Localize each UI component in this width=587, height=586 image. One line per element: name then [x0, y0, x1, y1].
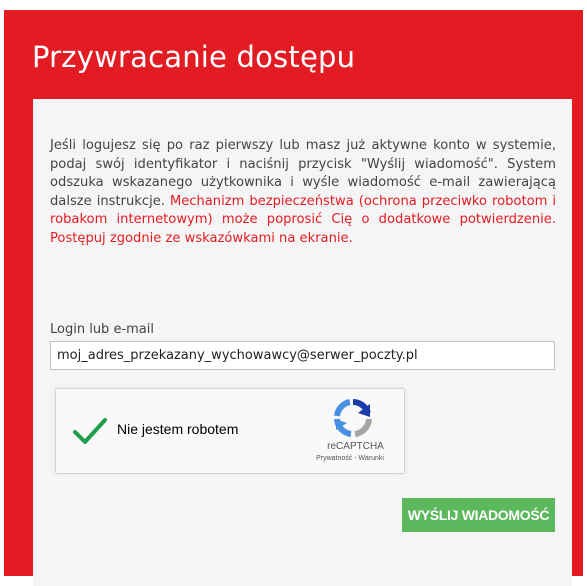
recaptcha-label: Nie jestem robotem [117, 421, 239, 437]
login-input[interactable] [50, 341, 555, 370]
terms-link[interactable]: Warunki [359, 455, 384, 462]
instructions-text: Jeśli logujesz się po raz pierwszy lub m… [50, 137, 556, 248]
access-recovery-panel: Przywracanie dostępu Jeśli logujesz się … [4, 10, 583, 586]
recovery-form-container: Jeśli logujesz się po raz pierwszy lub m… [33, 99, 572, 586]
recaptcha-logo-icon [334, 399, 372, 437]
recaptcha-widget: Nie jestem robotem reCAPTCHA Prywatność … [55, 388, 405, 474]
checkmark-icon[interactable] [72, 416, 108, 446]
page-title: Przywracanie dostępu [32, 40, 356, 74]
send-message-button[interactable]: WYŚLIJ WIADOMOŚĆ [402, 498, 555, 532]
recaptcha-links: Prywatność - Warunki [296, 455, 404, 462]
recaptcha-brand: reCAPTCHA [327, 441, 384, 452]
login-field-label: Login lub e-mail [50, 322, 154, 337]
privacy-link[interactable]: Prywatność [316, 455, 352, 462]
